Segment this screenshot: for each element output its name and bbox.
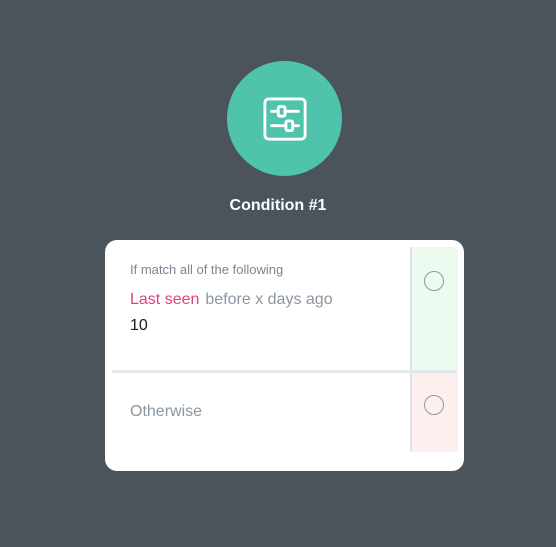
condition-card: If match all of the following Last seen b… xyxy=(105,240,464,471)
otherwise-label: Otherwise xyxy=(130,403,203,420)
condition-node-icon[interactable] xyxy=(227,61,342,176)
condition-title: Condition #1 xyxy=(229,197,327,214)
condition-operator[interactable]: before x days ago xyxy=(205,291,332,308)
match-output-strip xyxy=(410,247,458,370)
condition-value[interactable]: 10 xyxy=(130,317,148,335)
condition-rule[interactable]: Last seen before x days ago xyxy=(130,291,333,309)
sliders-icon xyxy=(262,96,307,141)
otherwise-output-strip xyxy=(410,373,458,452)
otherwise-output-radio[interactable] xyxy=(424,395,444,415)
match-output-radio[interactable] xyxy=(424,271,444,291)
match-heading: If match all of the following xyxy=(130,262,284,277)
condition-field[interactable]: Last seen xyxy=(130,291,199,308)
